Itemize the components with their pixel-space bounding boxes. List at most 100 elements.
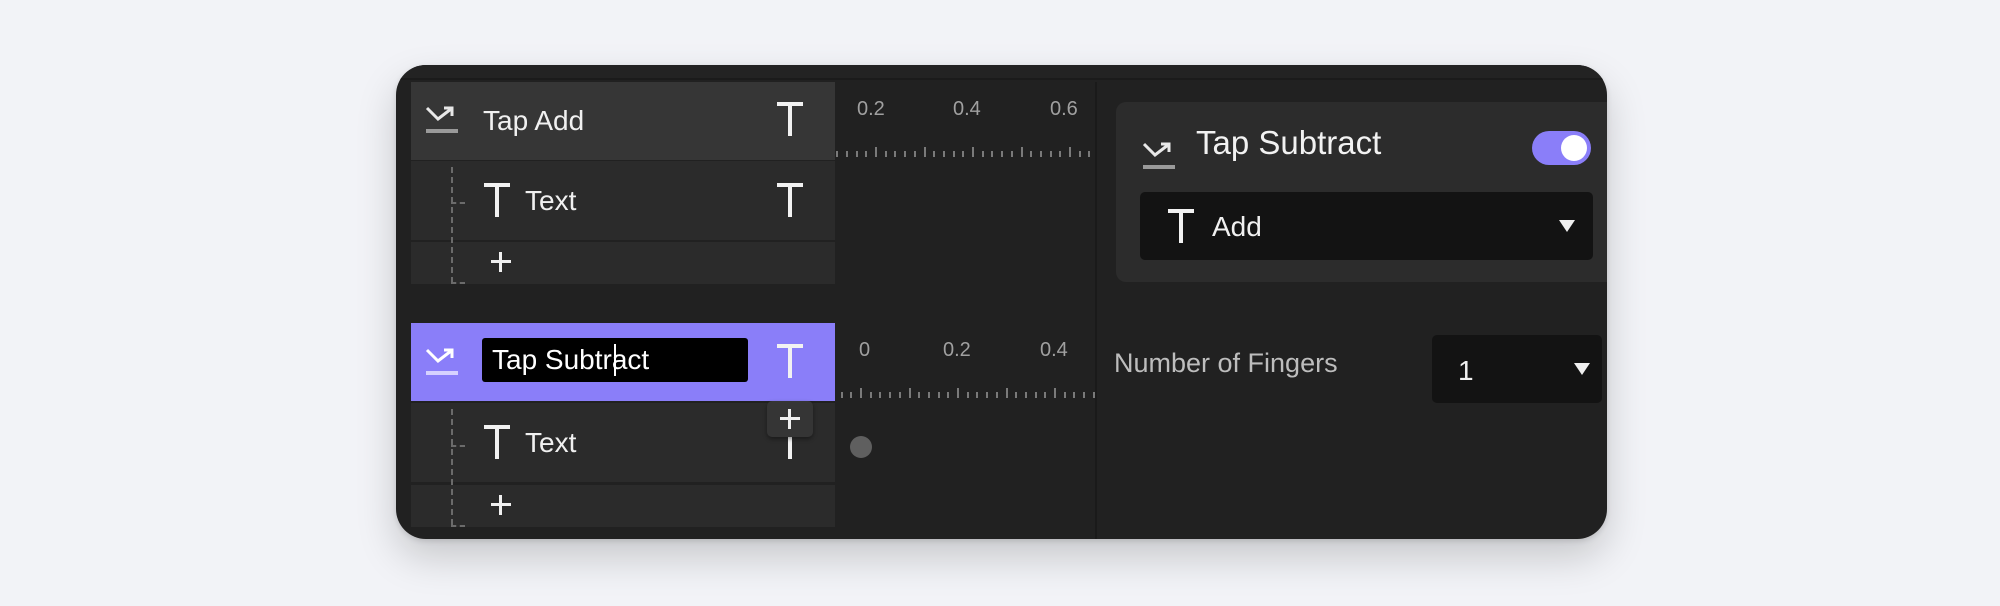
ruler-minor-tick: [898, 392, 901, 398]
ruler-minor-tick: [995, 392, 998, 398]
toggle-knob: [1561, 135, 1587, 161]
chevron-down-icon: [1574, 363, 1590, 375]
ruler-major-tick: [1005, 388, 1008, 398]
ruler-minor-tick: [1083, 392, 1086, 398]
timeline-ruler[interactable]: 0.2 0.4 0.6: [835, 82, 1095, 162]
ruler-tick-label: 0.2: [943, 339, 971, 361]
ruler-tick-label: 0.2: [857, 98, 885, 120]
ruler-minor-tick: [836, 151, 839, 157]
ruler-major-tick: [908, 388, 911, 398]
ruler-minor-tick: [976, 392, 979, 398]
plus-icon: [780, 409, 800, 429]
layer-name: Tap Add: [483, 105, 585, 136]
tree-branch: [451, 525, 465, 527]
ruler-minor-tick: [1049, 151, 1052, 157]
add-child-row[interactable]: [411, 242, 835, 284]
panel-divider[interactable]: [1095, 82, 1097, 539]
layer-row-tap-add[interactable]: Tap Add: [411, 82, 835, 160]
ruler-minor-tick: [1088, 151, 1091, 157]
layer-child-row[interactable]: Text: [411, 161, 835, 240]
gesture-tap-icon: [425, 104, 459, 134]
ruler-tick-label: 0.4: [1040, 339, 1068, 361]
number-of-fingers-label: Number of Fingers: [1114, 348, 1338, 378]
ruler-minor-tick: [991, 151, 994, 157]
action-dropdown-value: Add: [1212, 211, 1262, 242]
text-type-icon: [484, 183, 510, 217]
ruler-minor-tick: [1015, 392, 1018, 398]
gesture-tap-icon: [1142, 140, 1176, 170]
ruler-minor-tick: [952, 151, 955, 157]
ruler-minor-tick: [879, 392, 882, 398]
plus-icon[interactable]: [491, 495, 511, 515]
enabled-toggle[interactable]: [1532, 131, 1591, 165]
gesture-tap-icon: [425, 346, 459, 376]
ruler-minor-tick: [845, 151, 848, 157]
child-label: Text: [525, 185, 577, 216]
ruler-minor-tick: [1034, 392, 1037, 398]
tree-connector: [451, 167, 453, 283]
ruler-major-tick: [860, 388, 862, 398]
ruler-major-tick: [875, 147, 877, 157]
ruler-minor-tick: [1059, 151, 1062, 157]
add-child-row[interactable]: [411, 485, 835, 527]
inspector-title: Tap Subtract: [1196, 124, 1382, 161]
ruler-minor-tick: [869, 392, 872, 398]
ruler-major-tick: [1069, 147, 1071, 157]
ruler-minor-tick: [889, 392, 892, 398]
ruler-minor-tick: [1039, 151, 1042, 157]
ruler-minor-tick: [947, 392, 950, 398]
ruler-minor-tick: [962, 151, 965, 157]
plus-icon[interactable]: [491, 252, 511, 272]
text-type-icon[interactable]: [777, 102, 803, 136]
ruler-minor-tick: [850, 392, 853, 398]
add-layer-button[interactable]: [767, 401, 813, 437]
ruler-minor-tick: [918, 392, 921, 398]
layer-row-tap-subtract[interactable]: [411, 323, 835, 401]
tree-connector: [451, 409, 453, 525]
ruler-minor-tick: [1024, 392, 1027, 398]
child-label: Text: [525, 427, 577, 458]
number-of-fingers-value: 1: [1458, 355, 1474, 386]
ruler-minor-tick: [913, 151, 916, 157]
ruler-major-tick: [1054, 388, 1056, 398]
timeline-ruler[interactable]: 0 0.2 0.4: [835, 323, 1095, 403]
tree-branch: [451, 202, 465, 204]
ruler-minor-tick: [927, 392, 930, 398]
keyframe-dot[interactable]: [850, 436, 872, 458]
ruler-minor-tick: [1030, 151, 1033, 157]
ruler-minor-tick: [933, 151, 936, 157]
inspector-card: Tap Subtract Add: [1116, 102, 1607, 282]
ruler-minor-tick: [966, 392, 969, 398]
text-cursor: [614, 344, 616, 376]
ruler-minor-tick: [1044, 392, 1047, 398]
text-type-icon[interactable]: [777, 183, 803, 217]
layers-panel: Tap Add Text Text: [411, 82, 835, 539]
tree-branch: [451, 445, 465, 447]
ruler-tick-label: 0: [859, 339, 871, 361]
text-type-icon: [1168, 209, 1194, 243]
ruler-minor-tick: [855, 151, 858, 157]
ruler-minor-tick: [942, 151, 945, 157]
ruler-minor-tick: [865, 151, 868, 157]
ruler-minor-tick: [1001, 151, 1004, 157]
action-dropdown[interactable]: Add: [1140, 192, 1593, 260]
tree-branch: [451, 282, 465, 284]
ruler-minor-tick: [937, 392, 940, 398]
ruler-major-tick: [972, 147, 974, 157]
ruler-minor-tick: [894, 151, 897, 157]
ruler-minor-tick: [904, 151, 907, 157]
ruler-minor-tick: [884, 151, 887, 157]
ruler-minor-tick: [840, 392, 843, 398]
ruler-major-tick: [1020, 147, 1023, 157]
ruler-tick-label: 0.4: [953, 98, 981, 120]
ruler-minor-tick: [1010, 151, 1013, 157]
ruler-major-tick: [923, 147, 926, 157]
ruler-minor-tick: [981, 151, 984, 157]
text-type-icon[interactable]: [777, 344, 803, 378]
ruler-tick-label: 0.6: [1050, 98, 1078, 120]
number-of-fingers-select[interactable]: 1: [1432, 335, 1602, 403]
chevron-down-icon: [1559, 220, 1575, 232]
ruler-minor-tick: [1078, 151, 1081, 157]
ruler-minor-tick: [986, 392, 989, 398]
ruler-minor-tick: [1063, 392, 1066, 398]
